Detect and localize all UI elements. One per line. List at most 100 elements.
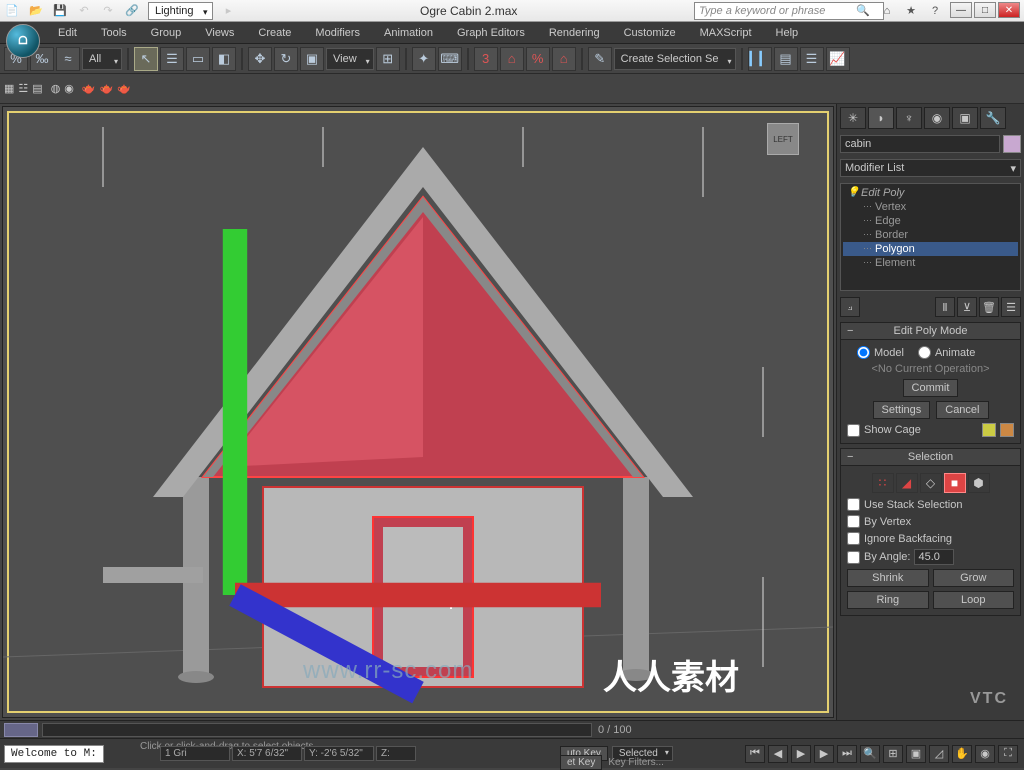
shrink-button[interactable]: Shrink [847, 569, 929, 587]
graphite-tool3-icon[interactable]: ▤ [32, 82, 42, 95]
snap-toggle-icon[interactable]: 3 [474, 47, 498, 71]
spinner-snap-icon[interactable]: ⌂ [552, 47, 576, 71]
subobj-vertex-icon[interactable]: ∷ [872, 473, 894, 493]
zoom-extents-icon[interactable]: ▣ [906, 745, 926, 763]
stack-edge[interactable]: Edge [843, 214, 1018, 228]
ring-button[interactable]: Ring [847, 591, 929, 609]
z-coord[interactable]: Z: [376, 746, 416, 761]
orbit-icon[interactable]: ◉ [975, 745, 995, 763]
angle-snap-icon[interactable]: ⌂ [500, 47, 524, 71]
manipulate-icon[interactable]: ✦ [412, 47, 436, 71]
settings-button[interactable]: Settings [873, 401, 931, 419]
stack-edit-poly[interactable]: Edit Poly [843, 186, 1018, 200]
pivot-icon[interactable]: ⊞ [376, 47, 400, 71]
tab-display-icon[interactable]: ▣ [952, 107, 978, 129]
named-selection-dropdown[interactable]: Create Selection Se [614, 48, 736, 70]
pan-icon[interactable]: ✋ [952, 745, 972, 763]
star-icon[interactable]: ★ [902, 2, 920, 20]
radio-animate[interactable]: Animate [918, 346, 975, 359]
menu-customize[interactable]: Customize [612, 23, 688, 43]
loop-button[interactable]: Loop [933, 591, 1015, 609]
curve-editor-icon[interactable]: 📈 [826, 47, 850, 71]
graphite-tool5-icon[interactable]: ◉ [64, 82, 74, 95]
color-swatch[interactable] [1003, 135, 1021, 153]
ref-coord-dropdown[interactable]: View [326, 48, 374, 70]
tab-utilities-icon[interactable]: 🔧 [980, 107, 1006, 129]
time-slider[interactable] [4, 723, 38, 737]
menu-edit[interactable]: Edit [46, 23, 89, 43]
menu-group[interactable]: Group [139, 23, 194, 43]
grow-button[interactable]: Grow [933, 569, 1015, 587]
redo-icon[interactable]: ↷ [96, 1, 120, 21]
timeline-track[interactable] [42, 723, 592, 737]
minimize-button[interactable]: — [950, 2, 972, 18]
align-icon[interactable]: ▤ [774, 47, 798, 71]
use-stack-checkbox[interactable] [847, 498, 860, 511]
prev-frame-icon[interactable]: ◀ [768, 745, 788, 763]
rotate-tool-icon[interactable]: ↻ [274, 47, 298, 71]
play-icon[interactable]: ▶ [791, 745, 811, 763]
select-name-icon[interactable]: ☰ [160, 47, 184, 71]
rollup-header-selection[interactable]: Selection [841, 449, 1020, 466]
goto-end-icon[interactable]: ⏭ [837, 745, 857, 763]
tab-motion-icon[interactable]: ◉ [924, 107, 950, 129]
modifier-list-dropdown[interactable]: Modifier List [840, 159, 1021, 177]
next-frame-icon[interactable]: ▶ [814, 745, 834, 763]
select-region-icon[interactable]: ▭ [186, 47, 210, 71]
menu-modifiers[interactable]: Modifiers [303, 23, 372, 43]
commit-button[interactable]: Commit [903, 379, 959, 397]
undo-icon[interactable]: ↶ [72, 1, 96, 21]
link-icon[interactable]: 🔗 [120, 1, 144, 21]
menu-views[interactable]: Views [193, 23, 246, 43]
select-tool-icon[interactable]: ↖ [134, 47, 158, 71]
tab-create-icon[interactable]: ✳ [840, 107, 866, 129]
radio-model[interactable]: Model [857, 346, 904, 359]
modifier-stack[interactable]: Edit Poly Vertex Edge Border Polygon Ele… [840, 183, 1021, 291]
subobj-polygon-icon[interactable]: ■ [944, 473, 966, 493]
close-button[interactable]: ✕ [998, 2, 1020, 18]
menu-rendering[interactable]: Rendering [537, 23, 612, 43]
y-coord[interactable]: Y: -2'6 5/32" [304, 746, 374, 761]
save-icon[interactable]: 💾 [48, 1, 72, 21]
edit-named-sel-icon[interactable]: ✎ [588, 47, 612, 71]
cage-color2[interactable] [1000, 423, 1014, 437]
remove-modifier-icon[interactable]: 🗑 [979, 297, 999, 317]
by-angle-checkbox[interactable] [847, 551, 860, 564]
object-name-input[interactable] [840, 135, 1000, 153]
workspace-dropdown[interactable]: Lighting [148, 2, 213, 20]
subobj-border-icon[interactable]: ◇ [920, 473, 942, 493]
tab-hierarchy-icon[interactable]: ♆ [896, 107, 922, 129]
help-icon[interactable]: ? [926, 2, 944, 20]
percent-snap-icon[interactable]: % [526, 47, 550, 71]
angle-input[interactable] [914, 549, 954, 565]
teapot3-icon[interactable]: 🫖 [117, 82, 131, 95]
maximize-button[interactable]: □ [974, 2, 996, 18]
maxscript-listener[interactable]: Welcome to M: [4, 745, 104, 763]
cage-color1[interactable] [982, 423, 996, 437]
app-logo-icon[interactable]: ᗝ [6, 24, 40, 58]
subobj-element-icon[interactable]: ⬢ [968, 473, 990, 493]
maximize-vp-icon[interactable]: ⛶ [998, 745, 1018, 763]
viewport[interactable]: LEFT www.rr-sc.com 人人素材 [2, 106, 834, 718]
graphite-tool4-icon[interactable]: ◍ [51, 82, 61, 95]
bind-tool-icon[interactable]: ≈ [56, 47, 80, 71]
configure-sets-icon[interactable]: ☰ [1001, 297, 1021, 317]
x-coord[interactable]: X: 5'7 6/32" [232, 746, 302, 761]
cancel-button[interactable]: Cancel [936, 401, 988, 419]
goto-start-icon[interactable]: ⏮ [745, 745, 765, 763]
mirror-icon[interactable]: ▎▎ [748, 47, 772, 71]
by-vertex-checkbox[interactable] [847, 515, 860, 528]
teapot1-icon[interactable]: 🫖 [82, 82, 96, 95]
infocenter-icon[interactable]: ⌂ [878, 2, 896, 20]
tab-modify-icon[interactable]: ◗ [868, 107, 894, 129]
graphite-tool1-icon[interactable]: ▦ [4, 82, 14, 95]
menu-maxscript[interactable]: MAXScript [688, 23, 764, 43]
menu-create[interactable]: Create [246, 23, 303, 43]
new-icon[interactable]: 📄 [0, 1, 24, 21]
menu-graph-editors[interactable]: Graph Editors [445, 23, 537, 43]
zoom-icon[interactable]: 🔍 [860, 745, 880, 763]
fov-icon[interactable]: ◿ [929, 745, 949, 763]
layers-icon[interactable]: ☰ [800, 47, 824, 71]
stack-polygon[interactable]: Polygon [843, 242, 1018, 256]
rollup-header-editpoly[interactable]: Edit Poly Mode [841, 323, 1020, 340]
